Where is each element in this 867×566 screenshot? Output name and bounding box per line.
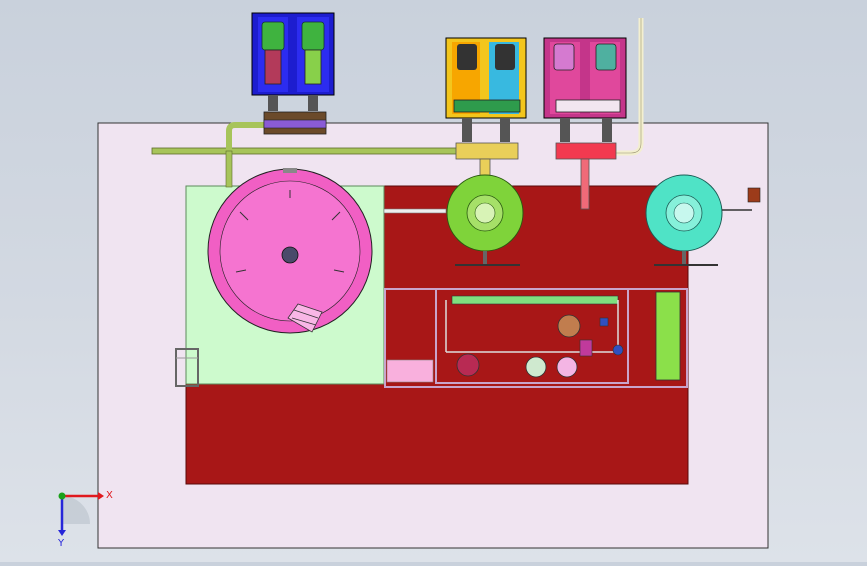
motor (595, 43, 617, 71)
motor (495, 44, 515, 70)
manifold (453, 99, 521, 113)
tank-outlet (281, 246, 299, 264)
green-panel[interactable] (655, 291, 681, 381)
manifold-pipe (263, 119, 327, 129)
discharge-header (555, 142, 617, 160)
discharge-pipe (580, 158, 590, 210)
main-tank[interactable] (207, 168, 373, 334)
triad-plane (62, 496, 90, 524)
safety-valve[interactable] (747, 187, 761, 203)
vessel-leg (483, 251, 487, 265)
motor (261, 21, 285, 51)
tank-pipe[interactable] (383, 208, 447, 214)
skid-header-pipe (451, 295, 619, 305)
x-axis-label: X (106, 490, 113, 501)
tank-nozzle (283, 168, 297, 173)
pump-outlet (462, 118, 472, 142)
manifold (555, 99, 621, 113)
motor (301, 21, 325, 51)
pump-body (304, 49, 322, 85)
small-tank[interactable] (556, 356, 578, 378)
valve[interactable] (599, 317, 609, 327)
origin-marker (58, 492, 66, 500)
pump-outlet (500, 118, 510, 142)
y-axis-label: Y (57, 538, 65, 549)
drop-pipe[interactable] (225, 150, 233, 188)
pink-panel[interactable] (386, 359, 434, 383)
header-pipe[interactable] (151, 147, 463, 155)
motor (553, 43, 575, 71)
pump-outlet (308, 95, 318, 111)
filter[interactable] (557, 314, 581, 338)
vessel-leg (682, 251, 686, 265)
y-axis-arrow (58, 530, 66, 536)
pump-outlet (268, 95, 278, 111)
pump-outlet (602, 118, 612, 142)
pump-body (264, 49, 282, 85)
pump-outlet (560, 118, 570, 142)
motor (457, 44, 477, 70)
dosing-pump[interactable] (579, 339, 593, 357)
small-tank[interactable] (525, 356, 547, 378)
pump-set-blue[interactable] (251, 12, 335, 135)
assembly-drawing[interactable]: X Y (0, 0, 867, 562)
small-pump[interactable] (456, 353, 480, 377)
valve[interactable] (612, 344, 624, 356)
discharge-header (455, 142, 519, 160)
cad-viewport[interactable]: X Y (0, 0, 867, 562)
